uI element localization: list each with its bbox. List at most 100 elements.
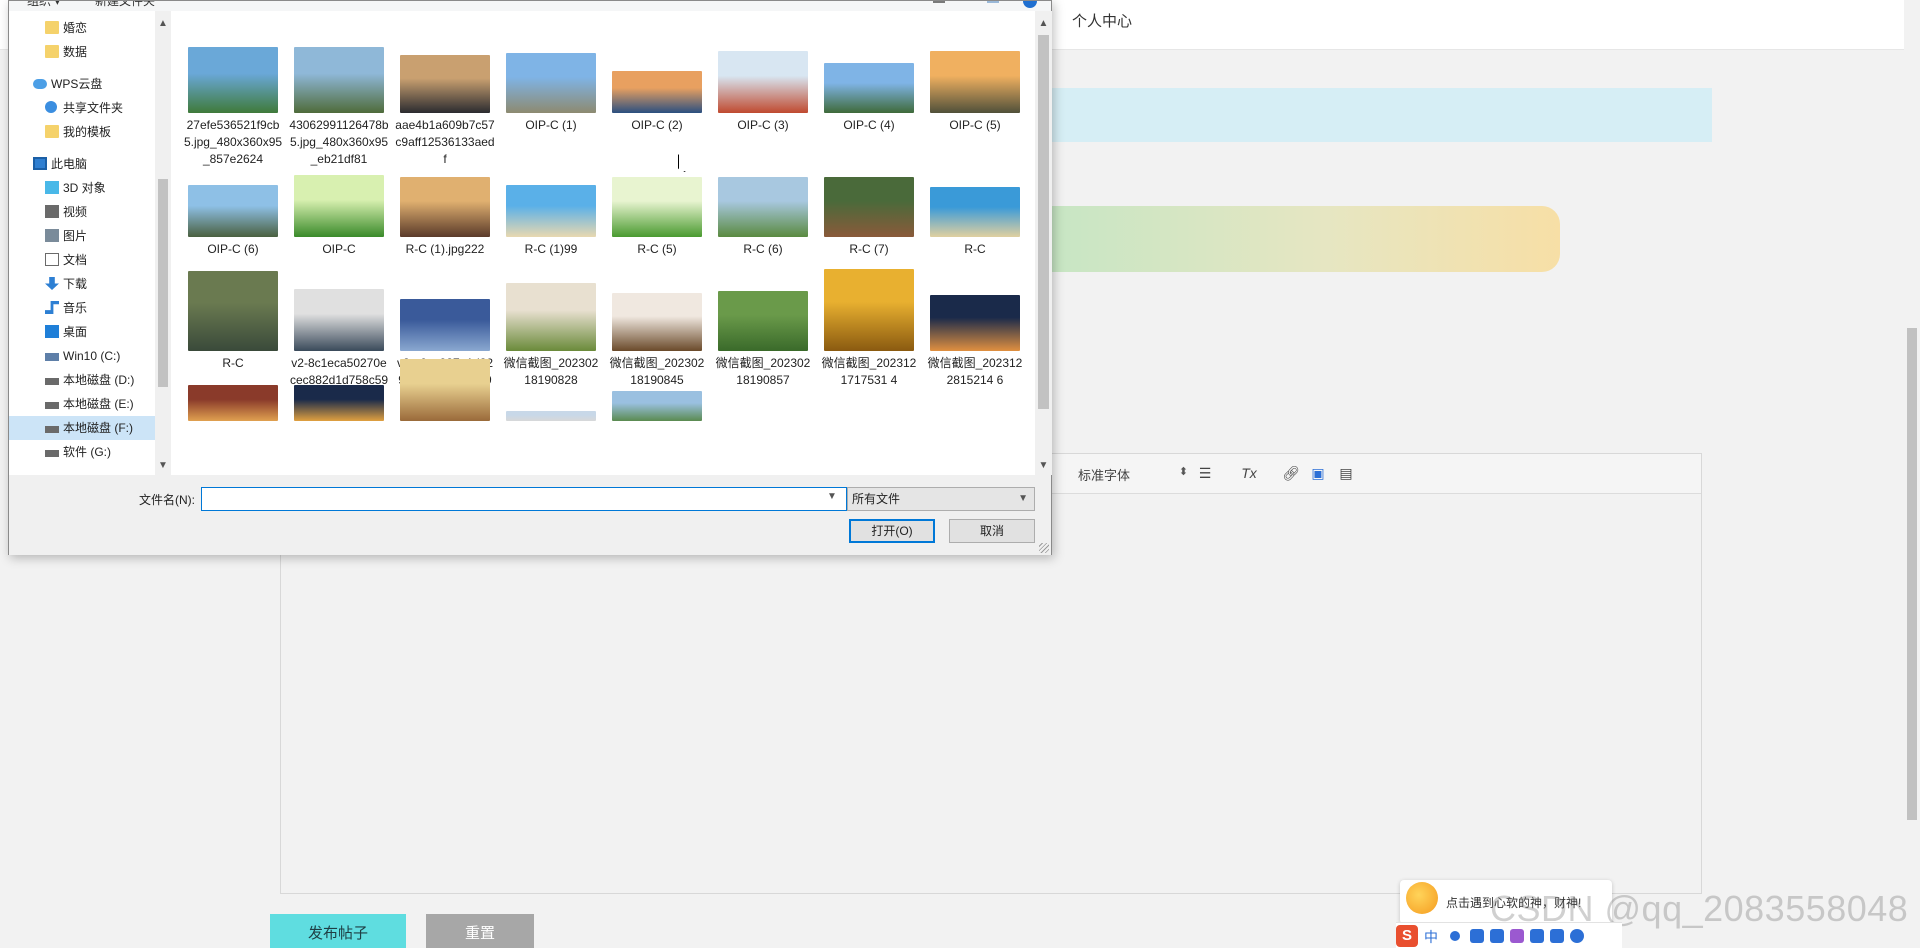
- settings-gear-icon[interactable]: [1570, 929, 1584, 943]
- nav-item[interactable]: 3D 对象: [9, 176, 159, 200]
- scroll-down-arrow-icon[interactable]: ▼: [155, 459, 171, 473]
- file-list-view: 27efe536521f9cb5.jpg_480x360x95_857e2624…: [171, 11, 1037, 475]
- nav-item-label: 软件 (G:): [63, 445, 111, 459]
- file-item[interactable]: OIP-C (4): [819, 47, 919, 167]
- file-item[interactable]: 微信截图_2023122815214 6: [925, 265, 1025, 387]
- file-item[interactable]: [183, 361, 283, 475]
- scroll-up-arrow-icon[interactable]: ▲: [1035, 17, 1052, 31]
- link-icon[interactable]: 🔗︎: [1282, 464, 1300, 482]
- nav-item-label: 数据: [63, 45, 88, 59]
- cancel-button[interactable]: 取消: [949, 519, 1035, 543]
- navigation-pane-scrollbar[interactable]: ▲ ▼: [155, 11, 171, 475]
- file-item[interactable]: [395, 359, 495, 475]
- filename-history-dropdown-icon[interactable]: ▼: [827, 491, 837, 502]
- publish-post-button[interactable]: 发布帖子: [270, 914, 406, 948]
- page-scrollbar-thumb[interactable]: [1907, 328, 1917, 820]
- file-item[interactable]: [607, 361, 707, 475]
- file-thumbnail-image: [188, 385, 278, 421]
- keyboard-icon[interactable]: [1490, 929, 1504, 943]
- file-thumbnail-image: [188, 47, 278, 113]
- microphone-icon[interactable]: [1470, 929, 1484, 943]
- nav-item-label: 婚恋: [63, 21, 88, 35]
- nav-item[interactable]: 数据: [9, 40, 159, 64]
- nav-link-personal-center[interactable]: 个人中心: [1072, 10, 1132, 31]
- file-item[interactable]: aae4b1a609b7c57c9aff12536133aedf: [395, 47, 495, 167]
- file-thumbnail-image: [294, 175, 384, 237]
- file-thumbnail-image: [612, 293, 702, 351]
- file-type-select[interactable]: 所有文件 ▼: [847, 487, 1035, 511]
- help-icon[interactable]: [1023, 1, 1037, 8]
- video-icon[interactable]: ▤: [1337, 464, 1355, 482]
- align-icon[interactable]: ☰: [1196, 464, 1214, 482]
- file-item[interactable]: OIP-C (2): [607, 47, 707, 167]
- file-name: 27efe536521f9cb5.jpg_480x360x95_857e2624: [183, 118, 283, 166]
- image-icon[interactable]: ▣: [1309, 464, 1327, 482]
- toolbox-icon[interactable]: [1550, 929, 1564, 943]
- font-family-select[interactable]: 标准字体 ⬍: [1078, 465, 1188, 483]
- nav-item[interactable]: Win10 (C:): [9, 344, 159, 368]
- file-type-value: 所有文件: [852, 492, 901, 506]
- nav-item[interactable]: 婚恋: [9, 16, 159, 40]
- dialog-command-bar: 组织 ▾ 新建文件夹: [9, 1, 1051, 11]
- file-item[interactable]: OIP-C (1): [501, 47, 601, 167]
- nav-item[interactable]: 共享文件夹: [9, 96, 159, 120]
- file-thumbnail-image: [930, 295, 1020, 351]
- file-name: OIP-C (6): [207, 242, 259, 256]
- nav-item[interactable]: 音乐: [9, 296, 159, 320]
- scroll-down-arrow-icon[interactable]: ▼: [1035, 459, 1052, 473]
- file-item[interactable]: 27efe536521f9cb5.jpg_480x360x95_857e2624: [183, 47, 283, 167]
- file-thumbnail-image: [400, 359, 490, 421]
- nav-item[interactable]: 本地磁盘 (F:): [9, 416, 159, 440]
- reset-button[interactable]: 重置: [426, 914, 534, 948]
- clear-format-icon[interactable]: Tx: [1240, 464, 1258, 482]
- file-thumbnail-image: [718, 291, 808, 351]
- nav-item[interactable]: 桌面: [9, 320, 159, 344]
- nav-item-label: 图片: [63, 229, 88, 243]
- navigation-scrollbar-thumb[interactable]: [158, 179, 168, 387]
- nav-item[interactable]: 本地磁盘 (D:): [9, 368, 159, 392]
- filename-input[interactable]: [201, 487, 847, 511]
- view-options-icon[interactable]: [933, 1, 945, 3]
- file-list-scrollbar-thumb[interactable]: [1038, 35, 1049, 409]
- drive-icon: [45, 450, 59, 457]
- file-item[interactable]: 43062991126478b5.jpg_480x360x95_eb21df81: [289, 47, 389, 167]
- nav-item[interactable]: 视频: [9, 200, 159, 224]
- file-item[interactable]: [501, 361, 601, 475]
- nav-item[interactable]: 我的模板: [9, 120, 159, 144]
- nav-item[interactable]: 图片: [9, 224, 159, 248]
- skin-icon[interactable]: [1510, 929, 1524, 943]
- resize-grip-icon[interactable]: [1039, 543, 1049, 553]
- open-button[interactable]: 打开(O): [849, 519, 935, 543]
- ime-language-toggle[interactable]: 中: [1424, 927, 1438, 947]
- scroll-up-arrow-icon[interactable]: ▲: [155, 17, 171, 31]
- nav-item[interactable]: 软件 (G:): [9, 440, 159, 464]
- info-banner: [1040, 88, 1712, 142]
- nav-item[interactable]: WPS云盘: [9, 72, 159, 96]
- game-icon[interactable]: [1530, 929, 1544, 943]
- nav-item-label: 文档: [63, 253, 88, 267]
- select-arrows-icon: ⬍: [1178, 466, 1188, 478]
- nav-item[interactable]: 本地磁盘 (E:): [9, 392, 159, 416]
- punctuation-icon[interactable]: [1450, 931, 1460, 941]
- file-thumbnail-image: [400, 55, 490, 113]
- file-name: R-C (5): [637, 242, 677, 256]
- file-name: 微信截图_2023121717531 4: [821, 356, 917, 387]
- organize-menu[interactable]: 组织 ▾: [27, 1, 60, 9]
- nav-item-label: 3D 对象: [63, 181, 106, 195]
- file-item[interactable]: OIP-C (3): [713, 47, 813, 167]
- nav-item[interactable]: 下载: [9, 272, 159, 296]
- file-list-scrollbar[interactable]: ▲ ▼: [1035, 11, 1052, 475]
- new-folder-button[interactable]: 新建文件夹: [95, 1, 155, 9]
- file-item[interactable]: 微信截图_20230218190857: [713, 265, 813, 387]
- nav-item-label: 本地磁盘 (E:): [63, 397, 134, 411]
- file-name: R-C (7): [849, 242, 889, 256]
- nav-item[interactable]: 此电脑: [9, 152, 159, 176]
- sogou-logo-icon[interactable]: S: [1396, 925, 1418, 947]
- preview-pane-icon[interactable]: [987, 1, 999, 3]
- file-name: OIP-C (4): [843, 118, 895, 132]
- page-scrollbar[interactable]: [1904, 0, 1920, 948]
- nav-item[interactable]: 文档: [9, 248, 159, 272]
- file-item[interactable]: 微信截图_2023121717531 4: [819, 265, 919, 387]
- file-item[interactable]: [289, 361, 389, 475]
- file-item[interactable]: OIP-C (5): [925, 47, 1025, 167]
